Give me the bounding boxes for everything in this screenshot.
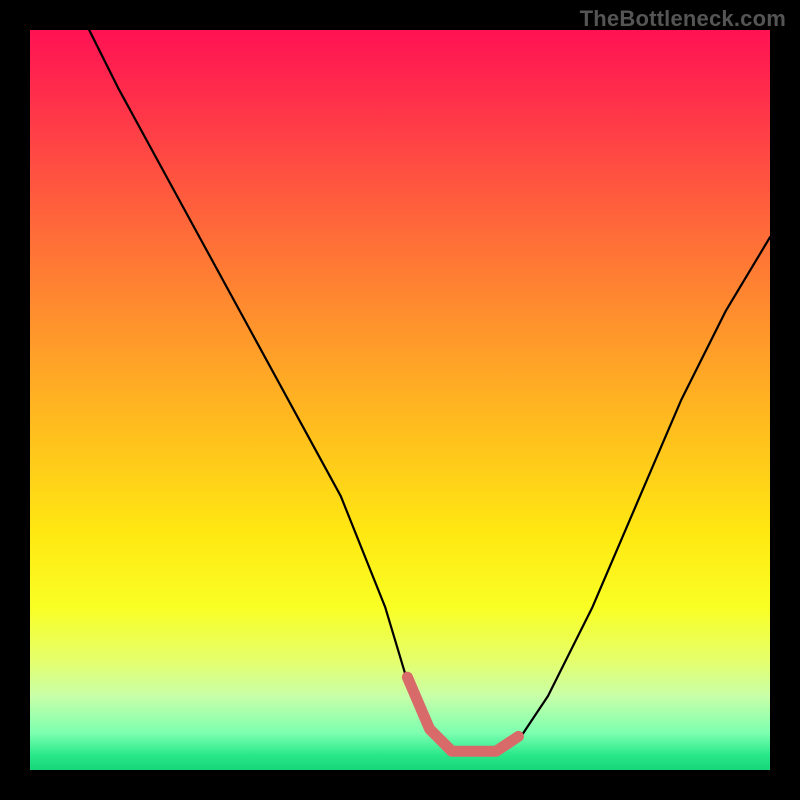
watermark-text: TheBottleneck.com (580, 6, 786, 32)
plot-area (30, 30, 770, 770)
bottleneck-curve (89, 30, 770, 755)
curve-overlay (30, 30, 770, 770)
chart-frame: TheBottleneck.com (0, 0, 800, 800)
trough-marker (407, 677, 518, 751)
